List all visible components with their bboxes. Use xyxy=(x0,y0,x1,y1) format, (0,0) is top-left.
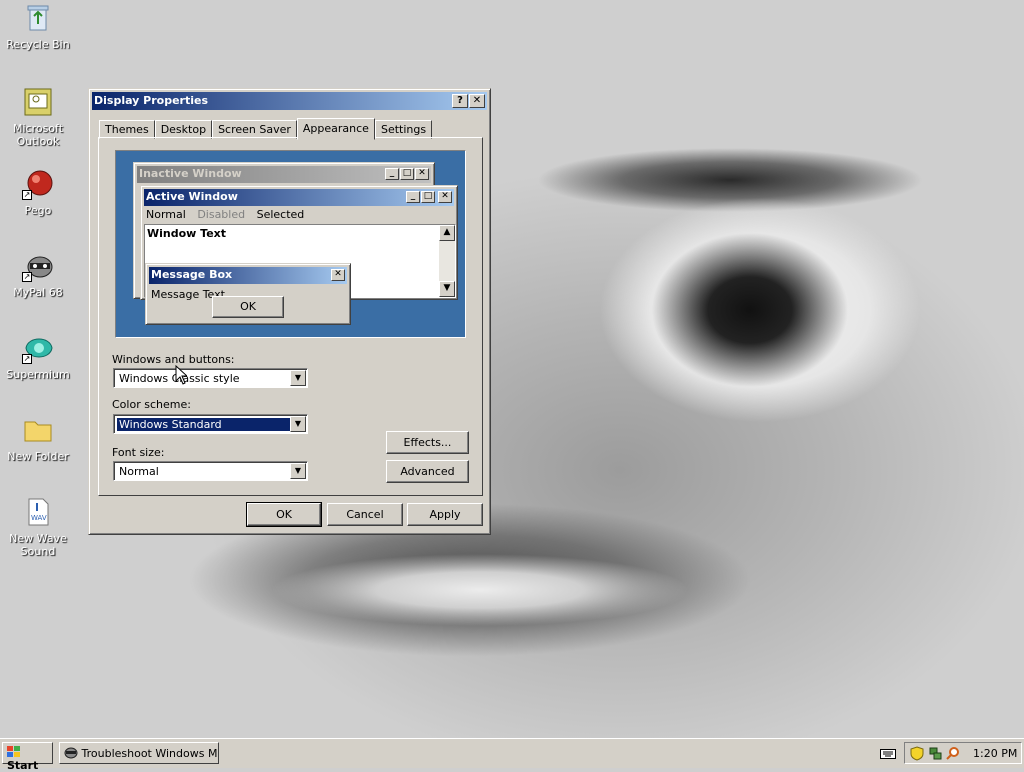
tab-strip: Themes Desktop Screen Saver Appearance S… xyxy=(99,118,433,140)
font-size-label: Font size: xyxy=(112,446,165,459)
shield-icon[interactable] xyxy=(910,746,924,761)
preview-window-text: Window Text xyxy=(147,227,227,240)
minimize-icon: _ xyxy=(406,191,420,203)
desktop-icon-pego[interactable]: ↗ Pego xyxy=(0,168,76,217)
close-icon: ✕ xyxy=(438,191,452,203)
desktop-icon-supermium[interactable]: ↗ Supermium xyxy=(0,332,76,381)
ok-button[interactable]: OK xyxy=(246,502,322,527)
taskbar-button-troubleshoot[interactable]: Troubleshoot Windows M... xyxy=(59,742,219,764)
appearance-preview: Inactive Window _ □ ✕ Active Window _ □ … xyxy=(115,150,466,338)
minimize-icon: _ xyxy=(385,168,399,180)
effects-button[interactable]: Effects... xyxy=(386,431,469,454)
chevron-down-icon[interactable]: ▼ xyxy=(290,370,306,386)
cancel-button[interactable]: Cancel xyxy=(327,503,403,526)
chevron-down-icon[interactable]: ▼ xyxy=(290,463,306,479)
svg-text:WAV: WAV xyxy=(31,514,47,522)
desktop-icon-outlook[interactable]: Microsoft Outlook xyxy=(0,86,76,148)
font-size-value: Normal xyxy=(119,465,159,478)
scroll-down-arrow-icon: ▼ xyxy=(439,281,455,297)
color-scheme-dropdown[interactable]: Windows Standard ▼ xyxy=(113,414,308,434)
preview-menu-bar: Normal Disabled Selected xyxy=(146,208,304,221)
preview-scrollbar: ▲ ▼ xyxy=(439,225,455,297)
preview-menu-selected: Selected xyxy=(256,208,305,221)
mouse-cursor-icon xyxy=(175,365,187,385)
taskbar-button-label: Troubleshoot Windows M... xyxy=(81,747,219,760)
title-bar[interactable]: Display Properties ? ✕ xyxy=(92,92,487,110)
desktop-icon-label: Supermium xyxy=(6,368,70,381)
folder-icon xyxy=(22,414,54,446)
recycle-bin-icon xyxy=(22,2,54,34)
windows-logo-icon xyxy=(7,746,20,757)
network-icon[interactable] xyxy=(928,746,942,761)
preview-menu-disabled: Disabled xyxy=(197,208,246,221)
close-button[interactable]: ✕ xyxy=(469,94,485,108)
preview-active-title: Active Window xyxy=(146,190,238,203)
system-tray: 1:20 PM xyxy=(904,742,1022,764)
shortcut-arrow-icon: ↗ xyxy=(22,190,32,200)
desktop-icon-label: New Wave Sound xyxy=(9,532,67,558)
troubleshoot-app-icon xyxy=(64,747,78,759)
maximize-icon: □ xyxy=(421,191,435,203)
close-icon: ✕ xyxy=(331,269,345,281)
keyboard-icon[interactable] xyxy=(880,748,896,760)
maximize-icon: □ xyxy=(400,168,414,180)
magnifier-icon[interactable] xyxy=(946,746,960,761)
shortcut-arrow-icon: ↗ xyxy=(22,272,32,282)
desktop-icon-new-wave-sound[interactable]: WAV New Wave Sound xyxy=(0,496,76,558)
preview-message-box-title: Message Box xyxy=(151,268,233,281)
windows-buttons-label: Windows and buttons: xyxy=(112,353,235,366)
preview-ok-button: OK xyxy=(212,296,284,318)
desktop-icon-label: Recycle Bin xyxy=(6,38,70,51)
apply-button[interactable]: Apply xyxy=(407,503,483,526)
shortcut-arrow-icon: ↗ xyxy=(22,354,32,364)
supermium-icon: ↗ xyxy=(22,332,54,364)
pego-icon: ↗ xyxy=(22,168,54,200)
color-scheme-value: Windows Standard xyxy=(117,418,291,431)
chevron-down-icon[interactable]: ▼ xyxy=(290,416,306,432)
preview-inactive-title-bar: Inactive Window _ □ ✕ xyxy=(137,166,431,183)
window-title: Display Properties xyxy=(94,94,209,107)
help-button[interactable]: ? xyxy=(452,94,468,108)
font-size-dropdown[interactable]: Normal ▼ xyxy=(113,461,308,481)
wave-file-icon: WAV xyxy=(22,496,54,528)
desktop-icon-label: MyPal 68 xyxy=(13,286,63,299)
preview-menu-normal: Normal xyxy=(146,208,186,221)
preview-message-box: Message Box ✕ Message Text OK xyxy=(145,263,351,325)
desktop-icon-mypal[interactable]: ↗ MyPal 68 xyxy=(0,250,76,299)
taskbar: Start Troubleshoot Windows M... 1:20 PM xyxy=(0,738,1024,772)
display-properties-window: Display Properties ? ✕ Themes Desktop Sc… xyxy=(88,88,491,535)
color-scheme-label: Color scheme: xyxy=(112,398,191,411)
preview-active-title-bar: Active Window _ □ ✕ xyxy=(144,189,454,206)
preview-message-box-title-bar: Message Box ✕ xyxy=(149,267,347,284)
start-button[interactable]: Start xyxy=(2,742,53,772)
preview-inactive-title: Inactive Window xyxy=(139,167,242,180)
desktop-icon-new-folder[interactable]: New Folder xyxy=(0,414,76,463)
tab-appearance[interactable]: Appearance xyxy=(296,118,375,140)
clock[interactable]: 1:20 PM xyxy=(973,747,1017,760)
outlook-icon xyxy=(22,86,54,118)
advanced-button[interactable]: Advanced xyxy=(386,460,469,483)
windows-buttons-dropdown[interactable]: Windows Classic style ▼ xyxy=(113,368,308,388)
scroll-up-arrow-icon: ▲ xyxy=(439,225,455,241)
close-icon: ✕ xyxy=(415,168,429,180)
mypal-raccoon-icon: ↗ xyxy=(22,250,54,282)
desktop-icon-label: Pego xyxy=(24,204,52,217)
desktop-icon-recycle-bin[interactable]: Recycle Bin xyxy=(0,2,76,51)
desktop-icon-label: New Folder xyxy=(7,450,69,463)
desktop-icon-label: Microsoft Outlook xyxy=(12,122,64,148)
start-label: Start xyxy=(7,759,39,772)
